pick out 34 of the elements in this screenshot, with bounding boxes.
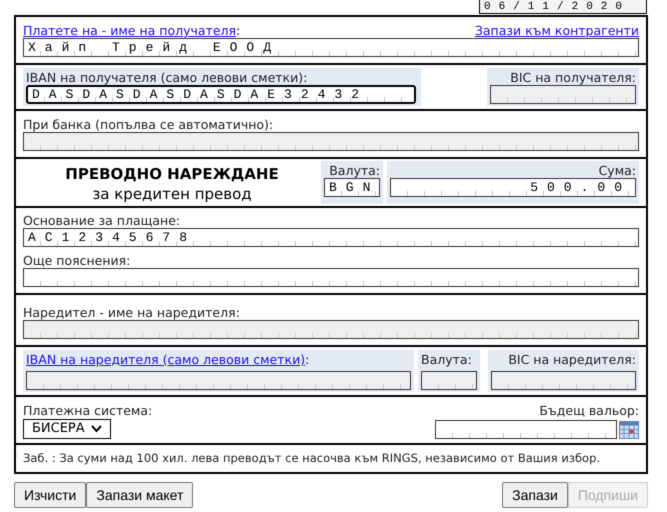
payment-system-select[interactable]: БИСЕРА bbox=[23, 419, 111, 439]
currency-field[interactable]: BGN bbox=[324, 178, 380, 197]
orderer-name-label: Наредител - име на наредителя: bbox=[23, 305, 241, 320]
chevron-down-icon bbox=[91, 425, 102, 433]
details-field[interactable] bbox=[23, 268, 639, 287]
recipient-name-link[interactable]: Платете на - име на получателя bbox=[23, 23, 236, 38]
form-title: ПРЕВОДНО НАРЕЖДАНЕ bbox=[65, 164, 279, 184]
form-button[interactable]: Изчисти bbox=[14, 482, 86, 508]
payment-reason-field[interactable]: AC12345678 bbox=[23, 228, 639, 247]
details-label: Още пояснения: bbox=[23, 253, 132, 268]
payment-system-label: Платежна система: bbox=[23, 403, 152, 418]
save-to-contractors-link[interactable]: Запази към контрагенти bbox=[474, 23, 639, 38]
orderer-currency-label: Валута: bbox=[421, 352, 473, 367]
date-field[interactable]: 06/11/2020 bbox=[479, 0, 647, 14]
recipient-name-field[interactable]: Хайп Трейд ЕООД bbox=[23, 38, 639, 57]
form-subtitle: за кредитен превод bbox=[92, 184, 252, 204]
recipient-iban-field[interactable]: DASDASDASDASDAE32432 bbox=[26, 85, 416, 104]
amount-field[interactable]: 500.00 bbox=[390, 178, 636, 197]
label-colon: : bbox=[305, 352, 310, 367]
currency-label: Валута: bbox=[328, 163, 380, 178]
recipient-iban-label: IBAN на получателя (само левови сметки): bbox=[26, 70, 308, 85]
calendar-icon[interactable] bbox=[619, 420, 639, 438]
orderer-bic-label: BIC на наредителя: bbox=[507, 352, 636, 367]
form-button[interactable]: Запази макет bbox=[86, 482, 194, 508]
bank-label: При банка (попълва се автоматично): bbox=[23, 117, 274, 132]
payment-reason-label: Основание за плащане: bbox=[23, 213, 182, 228]
value-date-label: Бъдещ вальор: bbox=[539, 403, 639, 418]
amount-label: Сума: bbox=[598, 163, 636, 178]
label-colon: : bbox=[236, 23, 240, 38]
form-button[interactable]: Запази bbox=[502, 482, 568, 508]
note-text: Заб. : За суми над 100 хил. лева преводът се насочва към RINGS, независимо от Вашия избор. bbox=[23, 451, 602, 466]
orderer-iban-link[interactable]: IBAN на наредителя (само левови сметки) bbox=[26, 352, 306, 367]
recipient-bic-label: BIC на получателя: bbox=[509, 70, 636, 85]
value-date-field[interactable] bbox=[435, 420, 617, 439]
